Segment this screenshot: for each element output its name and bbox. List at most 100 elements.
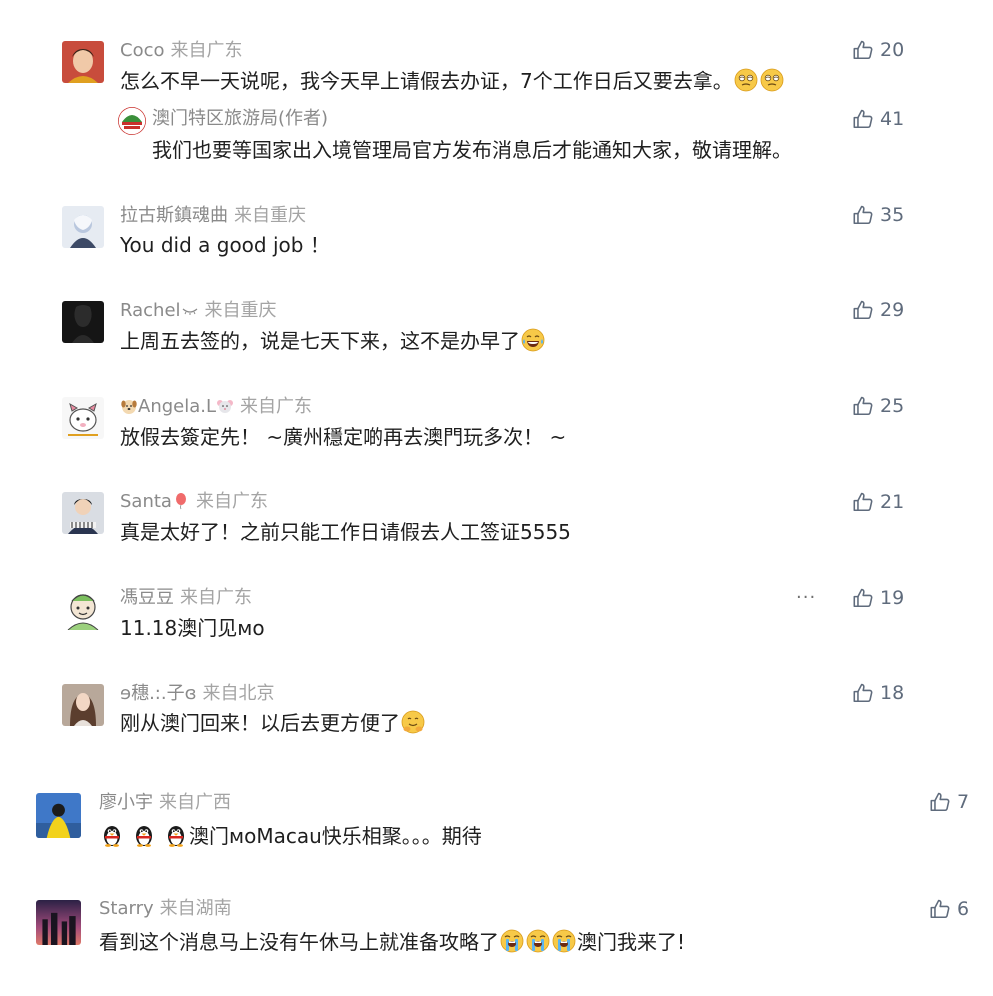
like-count: 18 bbox=[880, 682, 905, 704]
more-dots-icon[interactable]: ··· bbox=[796, 588, 816, 608]
thumbs-up-icon bbox=[852, 587, 874, 609]
comment-text: 11.18澳门见ᴍᴏ bbox=[120, 616, 265, 640]
comment-text: 放假去簽定先！ ~廣州穩定啲再去澳門玩多次！ ~ bbox=[120, 425, 567, 449]
like-button[interactable]: 41 bbox=[852, 107, 904, 131]
comment-text-content: 怎么不早一天说呢，我今天早上请假去办证，7个工作日后又要去拿。 bbox=[120, 69, 733, 93]
balloon-icon bbox=[172, 492, 190, 510]
like-count: 41 bbox=[880, 108, 905, 130]
location: 来自广东 bbox=[170, 40, 243, 61]
location: 来自广东 bbox=[195, 491, 268, 512]
avatar[interactable] bbox=[62, 397, 104, 439]
like-button[interactable]: 19 bbox=[852, 586, 904, 610]
username[interactable]: Santa bbox=[120, 491, 172, 512]
thumbs-up-icon bbox=[852, 682, 874, 704]
username[interactable]: 澳门特区旅游局(作者) bbox=[152, 108, 328, 129]
like-button[interactable]: 25 bbox=[852, 394, 904, 418]
like-button[interactable]: 7 bbox=[929, 790, 969, 814]
avatar[interactable] bbox=[62, 41, 104, 83]
mouse-face-icon bbox=[216, 397, 234, 415]
avatar[interactable] bbox=[62, 301, 104, 343]
comment-meta: 馮豆豆 来自广东 bbox=[120, 587, 252, 609]
comment-text-content: 上周五去签的，说是七天下来，这不是办早了 bbox=[120, 329, 520, 353]
comment-meta: ɘ穗.:.子ɞ 来自北京 bbox=[120, 683, 275, 705]
comment-text-suffix: 澳门我来了! bbox=[577, 930, 686, 954]
location: 来自重庆 bbox=[204, 300, 277, 321]
avatar[interactable] bbox=[62, 492, 104, 534]
comment-text: 怎么不早一天说呢，我今天早上请假去办证，7个工作日后又要去拿。 bbox=[120, 68, 785, 94]
like-count: 19 bbox=[880, 587, 905, 609]
comment-text: 澳门ᴍᴏMacau快乐相聚。。。期待 bbox=[99, 823, 482, 849]
location: 来自重庆 bbox=[234, 205, 306, 226]
crying-face-emoji-icon bbox=[552, 929, 576, 953]
hugging-face-emoji-icon bbox=[401, 710, 425, 734]
location: 来自广东 bbox=[180, 587, 252, 608]
avatar[interactable] bbox=[36, 793, 81, 838]
comment-text: You did a good job ！ bbox=[120, 233, 330, 257]
comment-meta: Starry 来自湖南 bbox=[99, 898, 232, 920]
avatar[interactable] bbox=[62, 684, 104, 726]
username[interactable]: 廖小宇 bbox=[99, 792, 153, 813]
like-count: 35 bbox=[880, 204, 905, 226]
closed-eye-icon bbox=[181, 301, 199, 319]
like-count: 7 bbox=[957, 791, 970, 813]
username[interactable]: Rachel bbox=[120, 300, 181, 321]
comment-text: 看到这个消息马上没有午休马上就准备攻略了 澳门我来了! bbox=[99, 929, 685, 955]
comment-text-content: 澳门ᴍᴏMacau快乐相聚。。。期待 bbox=[189, 824, 482, 848]
location: 来自广西 bbox=[159, 792, 231, 813]
comment-text-content: 刚从澳门回来！以后去更方便了 bbox=[120, 711, 400, 735]
comment-meta: Angela.L 来自广东 bbox=[120, 396, 312, 418]
like-button[interactable]: 18 bbox=[852, 681, 904, 705]
like-count: 6 bbox=[957, 898, 970, 920]
avatar[interactable] bbox=[36, 900, 81, 945]
avatar[interactable] bbox=[62, 206, 104, 248]
thumbs-up-icon bbox=[852, 299, 874, 321]
location: 来自湖南 bbox=[159, 898, 232, 919]
comment-text: 上周五去签的，说是七天下来，这不是办早了 bbox=[120, 328, 546, 354]
like-button[interactable]: 21 bbox=[852, 490, 904, 514]
reply-text: 我们也要等国家出入境管理局官方发布消息后才能通知大家，敬请理解。 bbox=[152, 138, 792, 162]
penguin-emoji-icon bbox=[100, 823, 124, 847]
avatar[interactable] bbox=[62, 588, 104, 630]
comment-text: 真是太好了！之前只能工作日请假去人工签证5555 bbox=[120, 520, 571, 544]
like-button[interactable]: 35 bbox=[852, 203, 904, 227]
location: 来自北京 bbox=[202, 683, 275, 704]
like-count: 20 bbox=[880, 39, 905, 61]
comment-text: 刚从澳门回来！以后去更方便了 bbox=[120, 710, 426, 736]
location: 来自广东 bbox=[240, 396, 313, 417]
comment-meta: Rachel 来自重庆 bbox=[120, 300, 277, 322]
username[interactable]: Coco bbox=[120, 40, 165, 61]
username[interactable]: Angela.L bbox=[138, 396, 216, 417]
reply-meta: 澳门特区旅游局(作者) bbox=[152, 108, 328, 130]
username[interactable]: Starry bbox=[99, 898, 154, 919]
laughing-crying-emoji-icon bbox=[521, 328, 545, 352]
thumbs-up-icon bbox=[852, 108, 874, 130]
thumbs-up-icon bbox=[852, 491, 874, 513]
comment-meta: Santa 来自广东 bbox=[120, 491, 268, 513]
comment-meta: 廖小宇 来自广西 bbox=[99, 792, 231, 814]
like-count: 21 bbox=[880, 491, 905, 513]
username[interactable]: 馮豆豆 bbox=[120, 587, 174, 608]
like-button[interactable]: 29 bbox=[852, 298, 904, 322]
username[interactable]: 拉古斯鎮魂曲 bbox=[120, 205, 228, 226]
like-count: 25 bbox=[880, 395, 905, 417]
dog-face-icon bbox=[120, 397, 138, 415]
like-button[interactable]: 20 bbox=[852, 38, 904, 62]
crying-face-emoji-icon bbox=[500, 929, 524, 953]
like-button[interactable]: 6 bbox=[929, 897, 969, 921]
thumbs-up-icon bbox=[852, 39, 874, 61]
macao-tourism-logo-icon[interactable] bbox=[118, 107, 146, 135]
thumbs-up-icon bbox=[852, 395, 874, 417]
username[interactable]: ɘ穗.:.子ɞ bbox=[120, 683, 197, 704]
penguin-emoji-icon bbox=[164, 823, 188, 847]
thumbs-up-icon bbox=[929, 791, 951, 813]
comment-text-content: 看到这个消息马上没有午休马上就准备攻略了 bbox=[99, 930, 499, 954]
comment-meta: 拉古斯鎮魂曲 来自重庆 bbox=[120, 205, 306, 227]
dizzy-face-emoji-icon bbox=[760, 68, 784, 92]
crying-face-emoji-icon bbox=[526, 929, 550, 953]
like-count: 29 bbox=[880, 299, 905, 321]
thumbs-up-icon bbox=[852, 204, 874, 226]
comment-meta: Coco 来自广东 bbox=[120, 40, 243, 62]
dizzy-face-emoji-icon bbox=[734, 68, 758, 92]
thumbs-up-icon bbox=[929, 898, 951, 920]
penguin-emoji-icon bbox=[132, 823, 156, 847]
